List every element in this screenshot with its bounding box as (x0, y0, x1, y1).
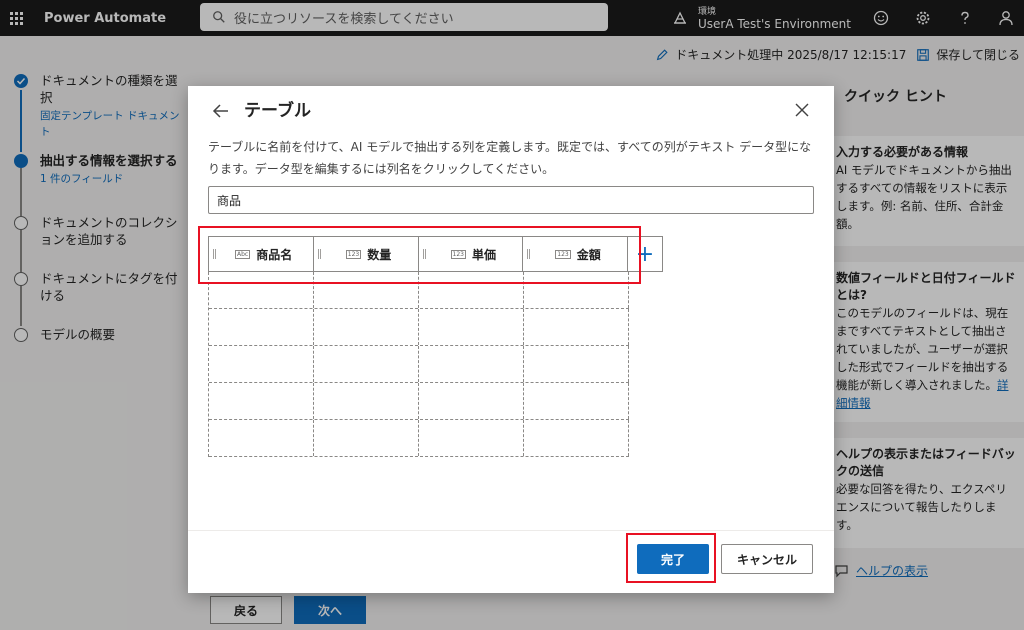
table-name-input[interactable]: 商品 (208, 186, 814, 214)
column-highlight-box (198, 226, 641, 284)
table-grid (208, 272, 629, 457)
close-icon[interactable] (794, 102, 810, 118)
dialog-description: テーブルに名前を付けて、AI モデルで抽出する列を定義します。既定では、すべての… (208, 140, 812, 176)
back-arrow-icon[interactable] (212, 102, 230, 120)
table-row (209, 346, 629, 383)
table-name-value: 商品 (217, 193, 242, 208)
table-row (209, 420, 629, 457)
table-dialog: テーブル テーブルに名前を付けて、AI モデルで抽出する列を定義します。既定では… (188, 86, 834, 593)
cancel-button[interactable]: キャンセル (721, 544, 813, 574)
footer-divider (188, 530, 834, 531)
done-highlight-box (626, 533, 716, 583)
table-row (209, 309, 629, 346)
dialog-title: テーブル (244, 101, 311, 121)
table-row (209, 383, 629, 420)
